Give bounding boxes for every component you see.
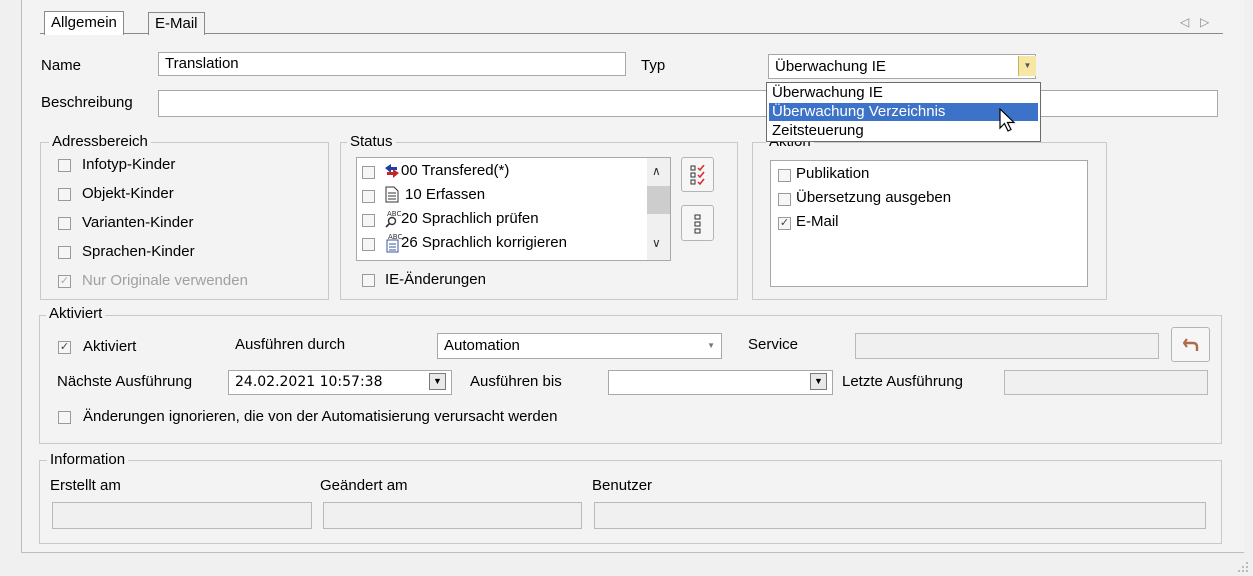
scroll-thumb[interactable]: [647, 186, 670, 214]
scroll-up-icon[interactable]: ∧: [652, 164, 661, 178]
tab-allgemein-label: Allgemein: [51, 14, 117, 31]
aktiviert-checkbox-label: Aktiviert: [83, 338, 137, 355]
uebersetzung-label: Übersetzung ausgeben: [796, 189, 952, 206]
typ-select[interactable]: Überwachung IE: [768, 54, 1036, 79]
status-item-label: 26 Sprachlich korrigieren: [401, 234, 567, 251]
adressbereich-title: Adressbereich: [49, 134, 151, 150]
beschreibung-input[interactable]: [158, 90, 1218, 117]
spellcheck-icon: ABC: [385, 210, 401, 228]
tab-scroll-left-icon[interactable]: ◁: [1180, 13, 1189, 31]
tab-scroll-right-icon[interactable]: ▷: [1200, 13, 1209, 31]
service-label: Service: [748, 336, 799, 353]
email-checkbox[interactable]: ✓: [778, 217, 791, 230]
status-item-checkbox[interactable]: [362, 166, 375, 179]
tab-allgemein[interactable]: Allgemein: [44, 11, 124, 35]
uebersetzung-checkbox[interactable]: [778, 193, 791, 206]
tab-email-label: E-Mail: [155, 15, 198, 32]
name-input[interactable]: Translation: [158, 52, 626, 76]
letzte-ausfuehrung-label: Letzte Ausführung: [842, 373, 963, 390]
ausfuehren-durch-label: Ausführen durch: [235, 336, 346, 353]
geaendert-am-label: Geändert am: [320, 477, 408, 494]
mouse-cursor-icon: [999, 108, 1016, 132]
erstellt-am-field: [52, 502, 312, 529]
status-scrollbar[interactable]: ∧ ∨: [647, 158, 670, 260]
sprachen-kinder-checkbox[interactable]: [58, 246, 71, 259]
ausfuehren-durch-value: Automation: [444, 337, 520, 354]
checklist-icon: [690, 165, 705, 185]
status-listbox[interactable]: 00 Transfered(*) 10 Erfassen ABC 20 Spra…: [356, 157, 671, 261]
status-item-checkbox[interactable]: [362, 190, 375, 203]
typ-dropdown-arrow-icon[interactable]: ▼: [1018, 56, 1036, 76]
reset-button[interactable]: [1171, 327, 1210, 362]
ausfuehren-bis-text: Ausführen bis: [470, 373, 562, 390]
publikation-checkbox[interactable]: [778, 169, 791, 182]
status-item-label: 20 Sprachlich prüfen: [401, 210, 539, 227]
typ-option-ie[interactable]: Überwachung IE: [769, 84, 1038, 102]
naechste-date-picker-icon[interactable]: ▼: [429, 373, 446, 390]
tab-underline: [40, 33, 1223, 34]
aenderungen-ignorieren-checkbox[interactable]: [58, 411, 71, 424]
resize-grip-icon[interactable]: [1236, 560, 1250, 574]
ausfuehren-durch-select[interactable]: Automation ▼: [437, 333, 722, 359]
tab-email[interactable]: E-Mail: [148, 12, 205, 35]
ie-aenderungen-checkbox[interactable]: [362, 274, 375, 287]
infotyp-kinder-checkbox[interactable]: [58, 159, 71, 172]
status-item-checkbox[interactable]: [362, 238, 375, 251]
transfer-arrows-icon: [385, 164, 399, 178]
infotyp-kinder-label: Infotyp-Kinder: [82, 156, 176, 173]
aktion-listbox[interactable]: Publikation Übersetzung ausgeben ✓ E-Mai…: [770, 160, 1088, 287]
email-label: E-Mail: [796, 213, 839, 230]
undo-arrow-icon: [1183, 338, 1199, 351]
ausfuehren-bis-datetime[interactable]: [608, 370, 833, 395]
scroll-down-icon[interactable]: ∨: [652, 236, 661, 250]
aenderungen-ignorieren-label: Änderungen ignorieren, die von der Autom…: [83, 408, 558, 425]
benutzer-field: [594, 502, 1206, 529]
status-item-label: 10 Erfassen: [405, 186, 486, 203]
nur-originale-label: Nur Originale verwenden: [82, 272, 248, 289]
service-input[interactable]: [855, 333, 1159, 359]
information-title: Information: [47, 452, 129, 468]
status-title: Status: [347, 134, 396, 150]
svg-text:ABC: ABC: [387, 210, 401, 218]
nur-originale-checkbox[interactable]: ✓: [58, 275, 71, 288]
typ-selected-value: Überwachung IE: [775, 58, 886, 75]
spellcheck-doc-icon: ABC: [386, 233, 402, 253]
aktiviert-title: Aktiviert: [46, 306, 106, 322]
sprachen-kinder-label: Sprachen-Kinder: [82, 243, 195, 260]
naechste-ausfuehrung-datetime[interactable]: 24.02.2021 10:57:38: [228, 370, 452, 395]
ie-aenderungen-label: IE-Änderungen: [385, 271, 486, 288]
empty-checklist-icon: [694, 214, 701, 234]
ausfuehren-durch-arrow-icon[interactable]: ▼: [707, 334, 715, 358]
publikation-label: Publikation: [796, 165, 870, 182]
benutzer-label: Benutzer: [592, 477, 653, 494]
status-item-checkbox[interactable]: [362, 214, 375, 227]
status-item-label: 00 Transfered(*): [401, 162, 510, 179]
naechste-ausfuehrung-value: 24.02.2021 10:57:38: [235, 374, 383, 390]
aktiviert-checkbox[interactable]: ✓: [58, 341, 71, 354]
name-label: Name: [41, 57, 82, 74]
varianten-kinder-checkbox[interactable]: [58, 217, 71, 230]
check-all-button[interactable]: [681, 157, 714, 192]
beschreibung-label: Beschreibung: [41, 94, 133, 111]
letzte-ausfuehrung-input[interactable]: [1004, 370, 1208, 395]
erstellt-am-label: Erstellt am: [50, 477, 121, 494]
geaendert-am-field: [323, 502, 582, 529]
objekt-kinder-label: Objekt-Kinder: [82, 185, 174, 202]
uncheck-all-button[interactable]: [681, 205, 714, 241]
ausfuehren-bis-date-picker-icon[interactable]: ▼: [810, 373, 827, 390]
varianten-kinder-label: Varianten-Kinder: [82, 214, 194, 231]
objekt-kinder-checkbox[interactable]: [58, 188, 71, 201]
naechste-ausfuehrung-label: Nächste Ausführung: [57, 373, 193, 390]
document-icon: [385, 186, 399, 203]
typ-label: Typ: [641, 57, 666, 74]
